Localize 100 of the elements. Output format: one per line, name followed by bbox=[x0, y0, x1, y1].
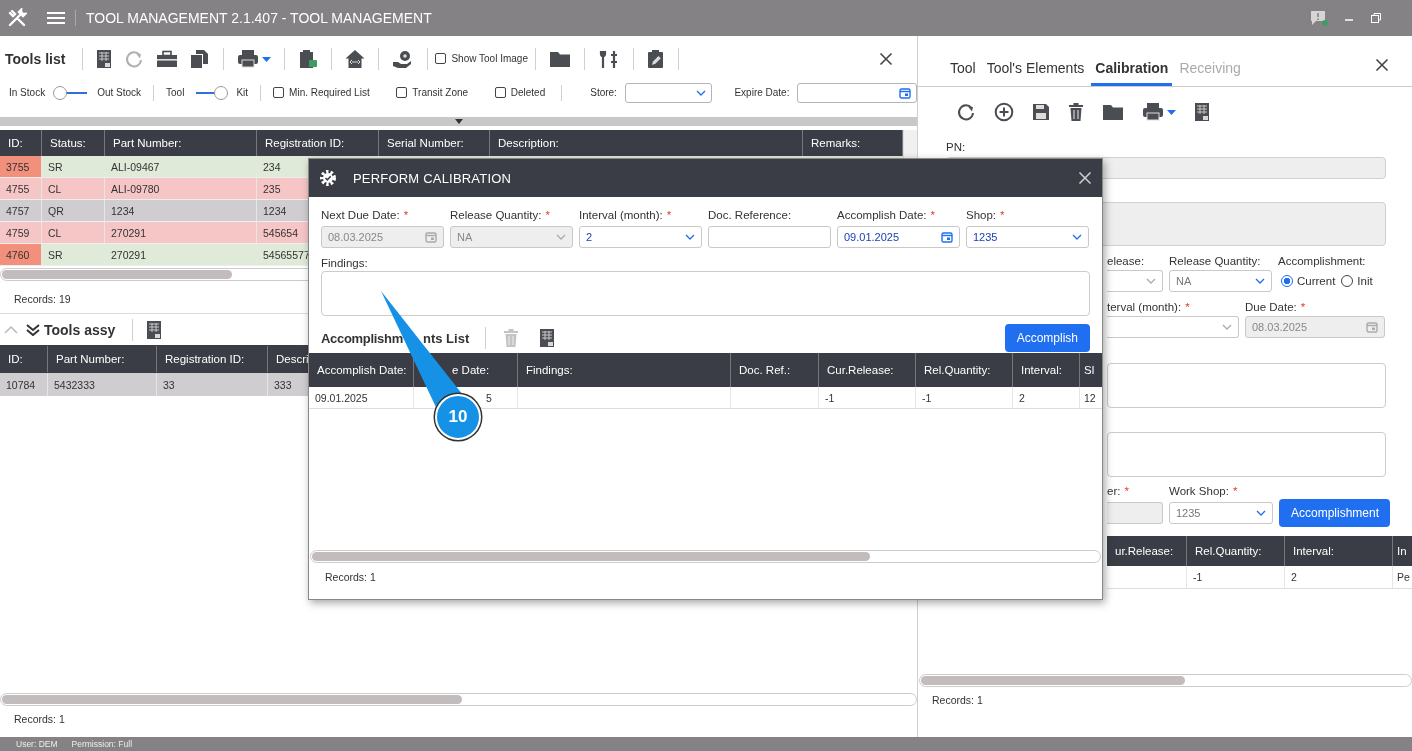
field-label: Due Date: * bbox=[1245, 301, 1307, 313]
menu-icon[interactable] bbox=[47, 11, 65, 25]
filter-checkbox[interactable]: Transit Zone bbox=[396, 87, 469, 98]
dropdown[interactable]: 1235 bbox=[966, 226, 1089, 248]
dropdown[interactable]: NA bbox=[1169, 270, 1272, 292]
spreadsheet-icon[interactable] bbox=[96, 49, 113, 69]
column-header[interactable]: Findings: bbox=[518, 353, 731, 387]
table-cell: 09.01.2025 bbox=[309, 387, 414, 408]
field-label: er: * bbox=[1107, 485, 1130, 497]
table-row[interactable]: -1 2 Pe bbox=[1107, 566, 1412, 589]
calendar-icon[interactable] bbox=[899, 86, 911, 99]
caret-icon[interactable] bbox=[262, 56, 272, 62]
restore-icon[interactable] bbox=[1370, 12, 1382, 24]
tab[interactable]: Calibration bbox=[1091, 60, 1173, 86]
horizontal-scrollbar[interactable] bbox=[0, 693, 917, 706]
tools-icon[interactable] bbox=[597, 49, 620, 69]
chevron-down-icon[interactable] bbox=[1222, 324, 1232, 330]
chevron-down-icon[interactable] bbox=[696, 89, 707, 96]
text-field[interactable] bbox=[1107, 502, 1163, 524]
field-label: Store: bbox=[590, 87, 617, 98]
horizontal-scrollbar[interactable] bbox=[919, 674, 1412, 687]
chevron-down-icon[interactable] bbox=[1256, 510, 1266, 516]
refresh-icon[interactable] bbox=[956, 102, 976, 122]
field-label: Doc. Reference: bbox=[708, 209, 793, 221]
column-header[interactable]: ur.Release: bbox=[1107, 536, 1187, 566]
accomplishment-button[interactable]: Accomplishment bbox=[1279, 499, 1390, 527]
column-header[interactable]: Doc. Ref.: bbox=[731, 353, 819, 387]
field-label: PN: bbox=[946, 141, 967, 153]
close-icon[interactable] bbox=[879, 52, 893, 66]
horizontal-scrollbar[interactable] bbox=[310, 550, 1101, 563]
printer-icon[interactable] bbox=[1142, 102, 1164, 122]
field-label: Work Shop: * bbox=[1169, 485, 1239, 497]
table-cell: ALI-09467 bbox=[105, 156, 257, 177]
table-cell: -1 bbox=[1187, 566, 1285, 588]
dropdown[interactable]: 1235 bbox=[1169, 502, 1273, 524]
printer-icon[interactable] bbox=[237, 49, 260, 69]
save-icon[interactable] bbox=[1032, 103, 1050, 121]
accomplish-button[interactable]: Accomplish bbox=[1004, 324, 1090, 352]
toolbox-icon[interactable] bbox=[156, 49, 179, 69]
copy-icon[interactable] bbox=[190, 49, 211, 69]
tools-logo-icon bbox=[7, 8, 27, 28]
calendar-icon[interactable] bbox=[941, 231, 953, 243]
chevron-down-icon[interactable] bbox=[1072, 234, 1082, 240]
column-header[interactable]: ID: bbox=[0, 346, 48, 372]
window-title: TOOL MANAGEMENT 2.1.407 - TOOL MANAGEMENT bbox=[75, 10, 432, 26]
clipboard-pen-icon[interactable] bbox=[646, 49, 665, 69]
column-header[interactable]: Rel.Quantity: bbox=[916, 353, 1013, 387]
folder-icon[interactable] bbox=[1102, 103, 1124, 121]
column-header[interactable]: Sl bbox=[1080, 353, 1102, 387]
records-count: Records: 1 bbox=[932, 694, 984, 706]
radio-button[interactable]: Current bbox=[1281, 275, 1336, 287]
spreadsheet-icon[interactable] bbox=[1194, 102, 1210, 122]
spreadsheet-icon[interactable] bbox=[539, 328, 556, 348]
chevron-down-icon[interactable] bbox=[685, 234, 695, 240]
column-header[interactable]: Cur.Release: bbox=[819, 353, 916, 387]
filter-checkbox[interactable]: Min. Required List bbox=[273, 87, 370, 98]
collapse-arrow-icon[interactable] bbox=[454, 119, 463, 124]
add-icon[interactable] bbox=[994, 102, 1014, 122]
records-count: Records: 1 bbox=[325, 571, 377, 583]
table-cell: 5432333 bbox=[48, 373, 157, 396]
dropdown[interactable]: 2 bbox=[579, 226, 702, 248]
folder-icon[interactable] bbox=[548, 50, 571, 68]
chevron-down-icon[interactable] bbox=[1146, 278, 1156, 284]
spreadsheet-icon[interactable] bbox=[146, 319, 163, 340]
gear-icon bbox=[319, 169, 337, 187]
table-cell: ALI-09780 bbox=[105, 178, 257, 199]
trash-icon[interactable] bbox=[1068, 102, 1084, 122]
double-chevron-down-icon[interactable] bbox=[26, 323, 40, 336]
radio-button[interactable]: Init bbox=[1341, 275, 1373, 287]
table-cell: 4755 bbox=[0, 178, 42, 199]
caret-icon[interactable] bbox=[1167, 109, 1176, 115]
message-icon[interactable] bbox=[1310, 10, 1328, 26]
column-header[interactable]: Interval: bbox=[1013, 353, 1080, 387]
toggle-label: Out Stock bbox=[97, 87, 142, 98]
clipboard-money-icon[interactable] bbox=[298, 49, 319, 69]
records-count: Records: 1 bbox=[14, 713, 66, 725]
field-label: Expire Date: bbox=[734, 87, 790, 98]
tab[interactable]: Tool bbox=[946, 60, 980, 86]
column-header[interactable]: In bbox=[1393, 536, 1412, 566]
tab[interactable]: Tool's Elements bbox=[982, 60, 1089, 86]
table-cell: 2 bbox=[1285, 566, 1393, 588]
field-label: Release Quantity: bbox=[1169, 255, 1262, 267]
column-header[interactable]: Rel.Quantity: bbox=[1187, 536, 1285, 566]
table-cell: Pe bbox=[1393, 566, 1412, 588]
toggle-switch[interactable] bbox=[53, 85, 90, 100]
home-icon[interactable] bbox=[345, 49, 366, 69]
text-field[interactable] bbox=[708, 226, 831, 248]
column-header[interactable]: Registration ID: bbox=[157, 346, 268, 372]
column-header[interactable]: Part Number: bbox=[48, 346, 157, 372]
filter-checkbox[interactable]: Deleted bbox=[494, 87, 546, 98]
date-field[interactable] bbox=[797, 82, 917, 103]
date-field[interactable]: 09.01.2025 bbox=[837, 226, 960, 248]
show-tool-image-checkbox[interactable]: Show Tool Image bbox=[435, 52, 528, 64]
section-title: Accomplishm bbox=[321, 330, 404, 346]
table-cell: SR bbox=[42, 244, 105, 265]
chevron-down-icon[interactable] bbox=[1255, 278, 1265, 284]
user-label: User: DEM bbox=[16, 739, 58, 749]
table-cell: -1 bbox=[916, 387, 1013, 408]
close-icon[interactable] bbox=[1375, 58, 1389, 72]
column-header[interactable]: Interval: bbox=[1285, 536, 1393, 566]
